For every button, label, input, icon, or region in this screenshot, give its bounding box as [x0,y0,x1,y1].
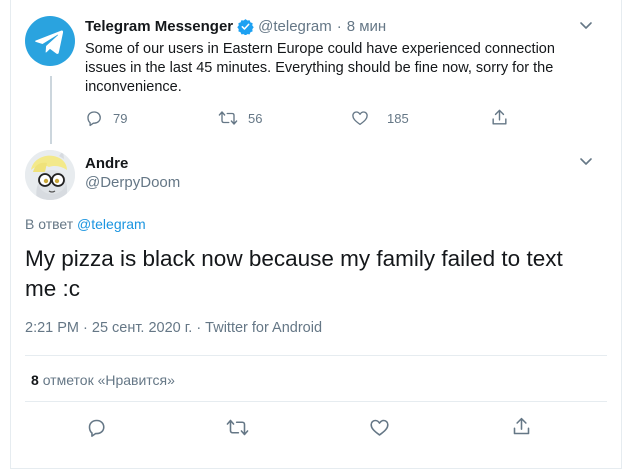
reply-icon [87,111,101,127]
tweet1-header: Telegram Messenger @telegram · 8 мин [85,18,387,36]
thread-line [50,76,52,144]
divider [25,401,607,402]
tweet2-meta[interactable]: 2:21 PM · 25 сент. 2020 г. · Twitter for… [25,320,322,336]
likes-label: отметок «Нравится» [42,372,175,388]
retweet-icon [218,111,238,125]
telegram-avatar[interactable] [25,16,75,66]
chevron-down-icon[interactable] [579,18,593,32]
share-icon [492,109,507,125]
chevron-down-icon[interactable] [579,154,593,168]
retweet-button[interactable]: 56 [218,109,262,127]
likes-summary[interactable]: 8 отметок «Нравится» [31,372,175,388]
reply-mention-link[interactable]: @telegram [77,216,146,232]
tweet1-author-name[interactable]: Telegram Messenger [85,18,233,35]
reply-icon [88,419,105,437]
reply-button[interactable] [86,417,107,443]
tweet1-time[interactable]: 8 мин [347,18,387,35]
likes-number: 8 [31,372,39,388]
reply-button[interactable]: 79 [85,109,127,127]
tweet2-header: Andre @DerpyDoom [85,155,180,191]
share-button[interactable] [490,108,509,132]
share-icon [513,417,530,435]
reply-context: В ответ @telegram [25,216,146,232]
like-icon [370,419,389,436]
like-icon [352,111,368,126]
like-button[interactable]: 185 [351,109,409,127]
tweet2-author-name[interactable]: Andre [85,155,180,172]
andre-avatar[interactable] [25,150,75,200]
pony-avatar-icon [25,150,75,200]
telegram-logo-icon [35,30,64,54]
verified-badge-icon [237,18,254,36]
divider [25,355,607,356]
separator-dot: · [336,18,342,35]
tweet2-text: My pizza is black now because my family … [25,246,563,301]
like-count: 185 [387,110,409,126]
retweet-button[interactable] [226,417,249,443]
share-button[interactable] [511,416,532,442]
tweet2-handle[interactable]: @DerpyDoom [85,174,180,191]
reply-count: 79 [113,110,128,126]
retweet-count: 56 [248,110,263,126]
like-button[interactable] [369,417,390,443]
tweet1-handle[interactable]: @telegram [258,18,332,35]
reply-prefix: В ответ [25,216,74,232]
tweet1-text: Some of our users in Eastern Europe coul… [85,41,555,95]
retweet-icon [226,419,249,436]
